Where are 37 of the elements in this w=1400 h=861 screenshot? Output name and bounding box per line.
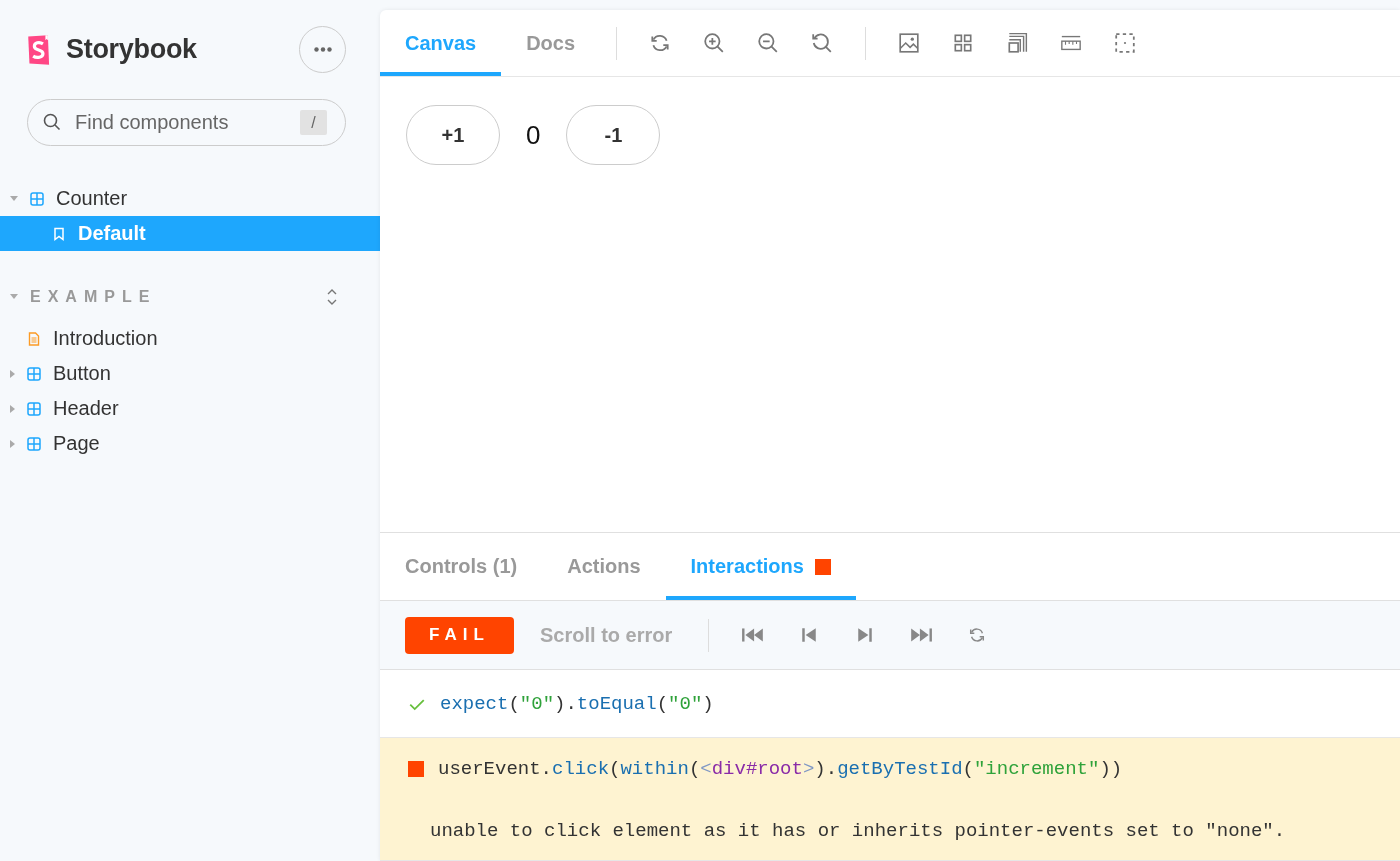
zoom-in-icon[interactable] — [703, 32, 726, 54]
brand-name: Storybook — [66, 34, 197, 65]
search-icon — [43, 113, 61, 131]
error-icon — [408, 761, 424, 777]
dashed-frame-icon[interactable] — [1114, 32, 1137, 54]
reload-icon[interactable] — [649, 32, 672, 54]
rewind-icon[interactable] — [741, 626, 766, 644]
error-message: unable to click element as it has or inherits pointer-events set to "none". — [429, 820, 1287, 842]
tree-item[interactable]: Button — [0, 356, 380, 391]
zoom-out-icon[interactable] — [757, 32, 780, 54]
shortcut-key: / — [300, 110, 327, 135]
image-icon[interactable] — [898, 32, 921, 54]
bookmark-icon — [52, 226, 66, 241]
expand-collapse-icon[interactable] — [326, 287, 338, 306]
tree-item[interactable]: Page — [0, 426, 380, 461]
fast-forward-icon[interactable] — [909, 626, 934, 644]
interaction-step[interactable]: userEvent.click(within(<div#root>).getByTestId("increment")) unable to click element as it has or inherits pointer-events set to "none". — [380, 738, 1400, 861]
zoom-reset-icon[interactable] — [811, 32, 834, 54]
grid-icon — [30, 191, 44, 206]
more-icon — [313, 47, 332, 52]
grid-icon — [27, 366, 41, 381]
counter-value: 0 — [526, 119, 541, 152]
tree-item[interactable]: Header — [0, 391, 380, 426]
code-line: expect("0").toEqual("0") — [440, 692, 714, 715]
grid-icon[interactable] — [952, 32, 975, 54]
tree-item[interactable]: Introduction — [0, 321, 380, 356]
outline-icon[interactable] — [1006, 32, 1029, 54]
decrement-button[interactable]: -1 — [566, 105, 661, 165]
tree-item[interactable]: Counter — [0, 181, 380, 216]
document-icon — [27, 331, 41, 346]
code-line: userEvent.click(within(<div#root>).getByTestId("increment")) — [438, 758, 1123, 780]
group-toggle[interactable] — [10, 294, 18, 299]
grid-icon — [27, 436, 41, 451]
group-title: EXAMPLE — [30, 287, 158, 306]
increment-button[interactable]: +1 — [406, 105, 500, 165]
status-badge: FAIL — [405, 616, 514, 654]
grid-icon — [27, 401, 41, 416]
